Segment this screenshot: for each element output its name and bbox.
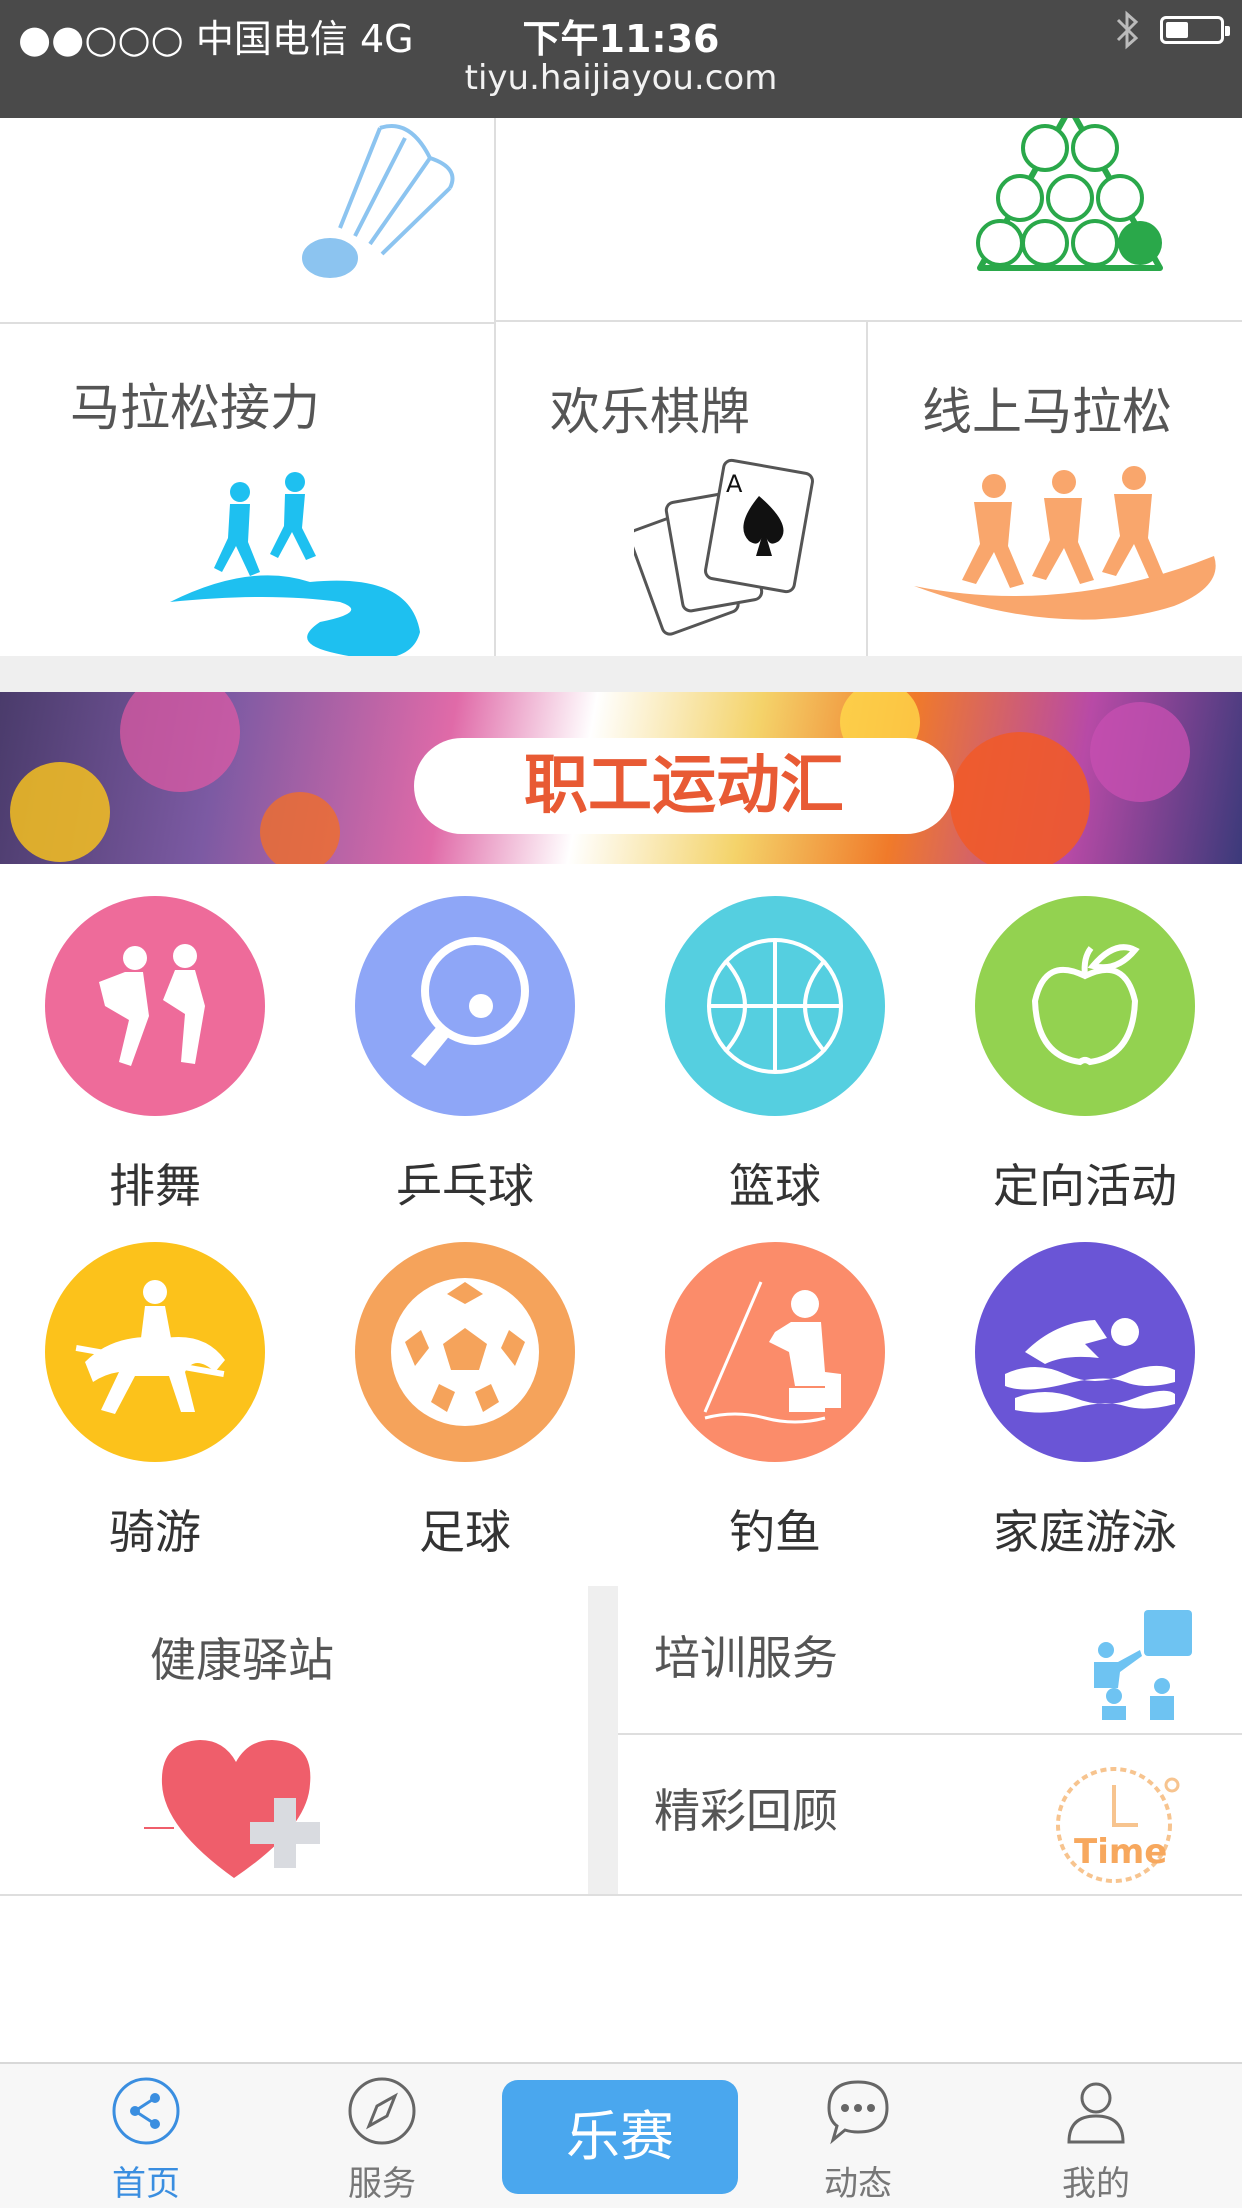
sport-line-dance[interactable]: 排舞 <box>40 896 270 1216</box>
sport-cycling-tour[interactable]: 骑游 <box>40 1242 270 1562</box>
grid-cell-billiards[interactable] <box>496 118 1242 322</box>
center-action-button[interactable]: 乐赛 <box>502 2080 738 2194</box>
badminton-shuttlecock-icon <box>302 124 455 278</box>
apple-icon <box>975 896 1195 1116</box>
clock: 下午11:36 <box>522 17 720 61</box>
battery-icon <box>1160 16 1224 44</box>
tab-home[interactable]: 首页 <box>56 2076 236 2205</box>
health-station-label: 健康驿站 <box>150 1633 334 1687</box>
sport-label: 骑游 <box>109 1505 201 1559</box>
bottom-tab-bar: 首页 服务 乐赛 动态 我的 <box>0 2062 1242 2208</box>
training-icon <box>1094 1610 1192 1720</box>
cards-label: 欢乐棋牌 <box>550 383 750 441</box>
sport-label: 家庭游泳 <box>993 1505 1177 1559</box>
highlights-review-card[interactable]: 精彩回顾 Time <box>618 1735 1242 1893</box>
sport-label: 排舞 <box>109 1159 201 1213</box>
url-bar[interactable]: tiyu.haijiayou.com <box>0 58 1242 98</box>
horse-riding-icon <box>45 1242 265 1462</box>
tab-service-label: 服务 <box>348 2164 416 2204</box>
sport-label: 定向活动 <box>993 1159 1177 1213</box>
grid-cell-relay[interactable]: 马拉松接力 <box>0 324 494 659</box>
highlights-review-label: 精彩回顾 <box>654 1784 838 1838</box>
chat-bubble-icon <box>827 2080 889 2145</box>
tab-news-label: 动态 <box>824 2164 892 2204</box>
tab-mine[interactable]: 我的 <box>1006 2076 1186 2205</box>
billiard-rack-icon <box>976 118 1163 271</box>
fishing-icon <box>665 1242 885 1462</box>
grid-cell-cards[interactable]: 欢乐棋牌 A <box>496 322 866 656</box>
sport-label: 篮球 <box>729 1159 821 1213</box>
health-station-card[interactable]: 健康驿站 <box>0 1586 588 1896</box>
sport-fishing[interactable]: 钓鱼 <box>660 1242 890 1562</box>
sport-ping-pong[interactable]: 乒乓球 <box>350 896 580 1216</box>
sport-label: 乒乓球 <box>396 1159 534 1213</box>
training-service-card[interactable]: 培训服务 <box>618 1586 1242 1734</box>
tab-service[interactable]: 服务 <box>292 2076 472 2205</box>
sport-orienteering[interactable]: 定向活动 <box>970 896 1200 1216</box>
grid-cell-online-marathon[interactable]: 线上马拉松 <box>868 322 1242 656</box>
marathon-runners-icon <box>914 466 1216 620</box>
sport-basketball[interactable]: 篮球 <box>660 896 890 1216</box>
svg-text:A: A <box>726 470 743 498</box>
promo-banner[interactable]: 职工运动汇 <box>0 692 1242 864</box>
tab-mine-label: 我的 <box>1062 2164 1130 2204</box>
tab-news[interactable]: 动态 <box>768 2076 948 2205</box>
bluetooth-icon <box>1116 10 1139 50</box>
heart-plus-icon <box>144 1740 320 1878</box>
user-icon <box>1067 2082 1125 2144</box>
dance-icon <box>45 896 265 1116</box>
grid-cell-badminton[interactable] <box>0 118 494 322</box>
tab-home-label: 首页 <box>112 2164 180 2204</box>
compass-icon <box>348 2077 416 2145</box>
clock-time-icon: Time <box>1056 1767 1180 1883</box>
soccer-ball-icon <box>355 1242 575 1462</box>
svg-text:Time: Time <box>1074 1832 1167 1872</box>
swimming-icon <box>975 1242 1195 1462</box>
banner-title: 职工运动汇 <box>414 738 954 834</box>
sport-family-swimming[interactable]: 家庭游泳 <box>970 1242 1200 1562</box>
relay-label: 马拉松接力 <box>70 379 320 437</box>
relay-runners-icon <box>170 472 420 659</box>
sport-label: 足球 <box>419 1505 511 1559</box>
training-service-label: 培训服务 <box>654 1631 838 1685</box>
online-marathon-label: 线上马拉松 <box>922 383 1172 441</box>
sport-soccer[interactable]: 足球 <box>350 1242 580 1562</box>
share-icon <box>112 2077 180 2145</box>
ping-pong-icon <box>355 896 575 1116</box>
playing-cards-icon: A <box>634 458 814 636</box>
status-bar: ●●○○○ 中国电信 4G 下午11:36 tiyu.haijiayou.com <box>0 0 1242 118</box>
basketball-icon <box>665 896 885 1116</box>
sport-label: 钓鱼 <box>729 1505 821 1559</box>
